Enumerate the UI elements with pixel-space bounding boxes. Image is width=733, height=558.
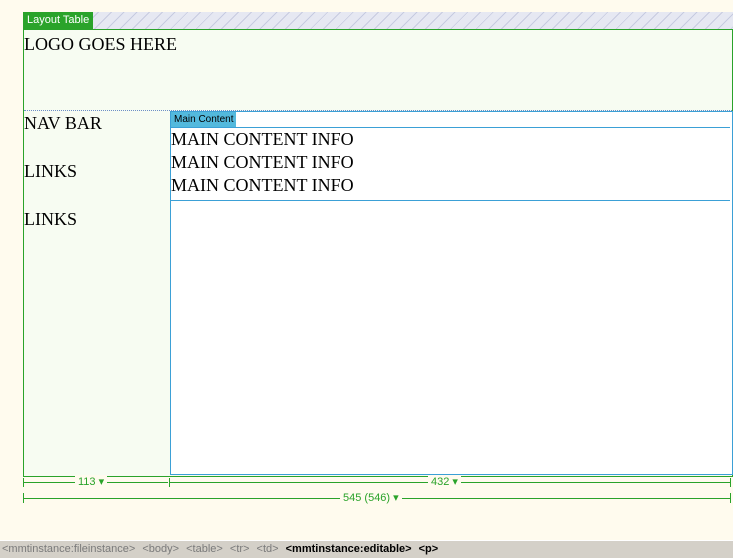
- logo-placeholder-text: LOGO GOES HERE: [24, 34, 177, 54]
- logo-cell[interactable]: LOGO GOES HERE: [24, 30, 732, 111]
- left-column-width-menu[interactable]: 113 ▾: [75, 475, 108, 489]
- width-tick: [23, 478, 24, 487]
- layout-table[interactable]: LOGO GOES HERE NAV BAR LINKS LINKS Main …: [23, 29, 733, 477]
- main-content-line: MAIN CONTENT INFO: [171, 175, 354, 195]
- tag-body[interactable]: <body>: [140, 543, 181, 555]
- width-tick: [23, 493, 24, 503]
- table-width-menu[interactable]: 545 (546) ▾: [340, 491, 402, 505]
- tag-table[interactable]: <table>: [184, 543, 225, 555]
- width-tick: [730, 478, 731, 487]
- main-column-width-value: 432: [431, 476, 450, 488]
- chevron-down-icon: ▾: [98, 476, 105, 488]
- tag-td[interactable]: <td>: [255, 543, 281, 555]
- nav-cell[interactable]: NAV BAR LINKS LINKS: [24, 111, 170, 476]
- tag-mmtinstance-fileinstance[interactable]: <mmtinstance:fileinstance>: [0, 543, 137, 555]
- nav-link-text: LINKS: [24, 209, 77, 229]
- main-content-line: MAIN CONTENT INFO: [171, 152, 354, 172]
- table-width-value: 545 (546): [343, 492, 391, 504]
- tag-p[interactable]: <p>: [417, 543, 441, 555]
- chevron-down-icon: ▾: [393, 492, 399, 504]
- tag-selector-bar: <mmtinstance:fileinstance> <body> <table…: [0, 540, 733, 558]
- main-content-line: MAIN CONTENT INFO: [171, 129, 354, 149]
- main-content-cell[interactable]: Main Content MAIN CONTENT INFO MAIN CONT…: [170, 111, 733, 475]
- tag-mmtinstance-editable[interactable]: <mmtinstance:editable>: [284, 543, 414, 555]
- layout-table-header-hatch: [23, 12, 733, 29]
- width-tick: [730, 493, 731, 503]
- column-width-indicators: 113 ▾ 432 ▾ 545 (546) ▾: [23, 475, 733, 509]
- tag-tr[interactable]: <tr>: [228, 543, 252, 555]
- design-canvas: Layout Table LOGO GOES HERE NAV BAR LINK…: [0, 0, 733, 540]
- main-content-editable-region[interactable]: MAIN CONTENT INFO MAIN CONTENT INFO MAIN…: [171, 127, 730, 201]
- main-content-tab[interactable]: Main Content: [171, 112, 237, 127]
- layout-table-tab[interactable]: Layout Table: [23, 12, 94, 29]
- nav-link-text: LINKS: [24, 161, 77, 181]
- nav-bar-text: NAV BAR: [24, 113, 102, 133]
- left-column-width-value: 113: [78, 476, 96, 488]
- main-column-width-menu[interactable]: 432 ▾: [428, 475, 461, 489]
- chevron-down-icon: ▾: [452, 476, 458, 488]
